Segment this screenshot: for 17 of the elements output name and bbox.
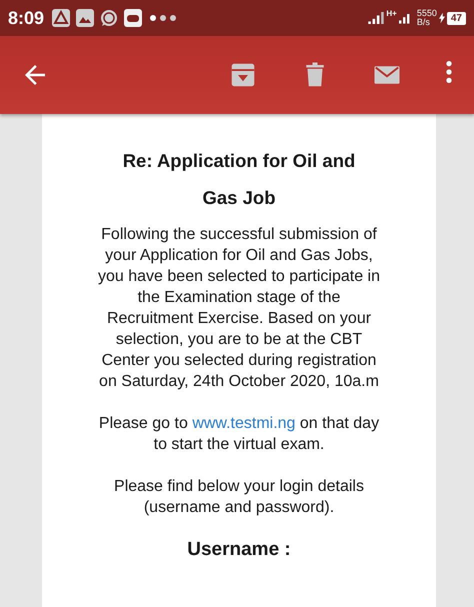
status-time: 8:09 [8,8,44,28]
image-icon [76,9,94,27]
gamepad-icon [124,9,142,27]
signal-icon [368,12,384,24]
network-speed: 5550 [416,9,437,18]
speed-unit: B/s [416,18,431,27]
triangle-icon [52,9,70,27]
email-paragraph: Please find below your login details (username and password). [113,477,365,518]
more-icon [446,60,452,84]
network-type: H+ [386,9,397,18]
username-label: Username : [186,539,292,561]
email-subject: Re: Application for Oil and Gas Job [122,149,356,210]
more-notifications-icon [150,14,176,22]
chat-icon [100,9,118,27]
website-link[interactable]: www.testmi.ng [192,415,296,432]
email-paragraph: Following the successful submission of your Application for Oil and Gas Jobs, you have been selected to participate in the Examination stage of the Recruitment Exercise. Based on your selection, you are to be at the CBT Center you selected during registration on Saturday, 24th October 2020, 10a.m [98,225,380,392]
email-paragraph: Please go to www.testmi.ng on that day to start the virtual exam. [98,414,380,455]
